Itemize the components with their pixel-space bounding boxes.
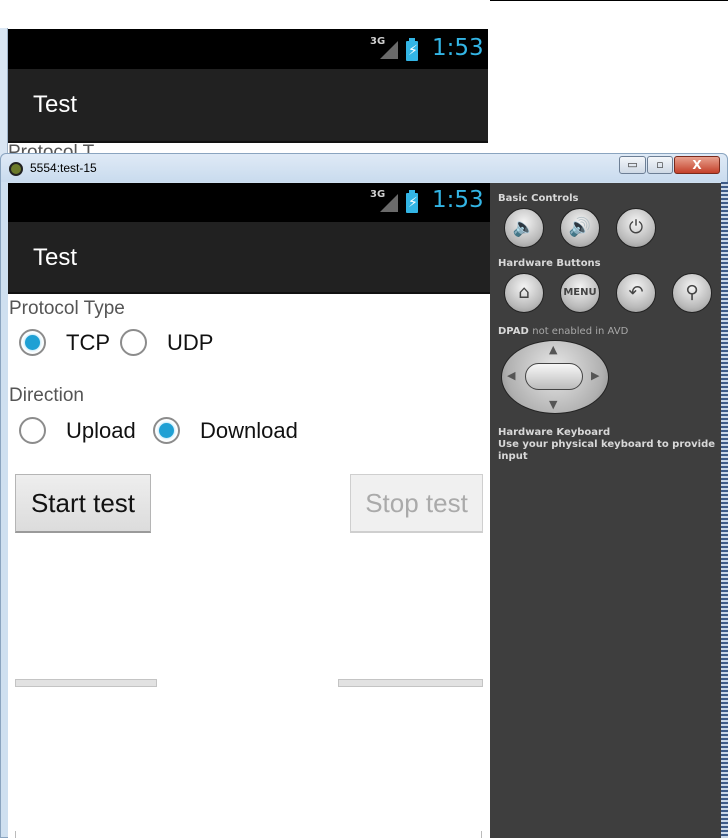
maximize-button[interactable]: ▫: [647, 156, 673, 174]
close-button[interactable]: X: [674, 156, 720, 174]
status-clock: 1:53: [432, 35, 484, 61]
window-title: 5554:test-15: [30, 161, 97, 175]
hardware-keyboard-note: Use your physical keyboard to provide in…: [498, 439, 716, 462]
stop-test-button[interactable]: Stop test: [350, 474, 483, 533]
battery-icon: ⚡: [406, 190, 418, 213]
background-peek-text: Protocol T: [8, 143, 208, 153]
background-window-edge: [0, 28, 8, 160]
back-icon: ↶: [628, 282, 644, 303]
protocol-type-label: Protocol Type: [9, 298, 125, 319]
radio-upload-label[interactable]: Upload: [66, 418, 136, 444]
device-screen: 3G ⚡ 1:53 Test Protocol Type TCP UDP Dir…: [8, 183, 490, 838]
dpad-center-button[interactable]: [525, 363, 583, 390]
output-text-area[interactable]: [15, 831, 482, 838]
window-right-edge: [721, 182, 728, 838]
dpad-note: not enabled in AVD: [532, 326, 629, 337]
radio-download-label[interactable]: Download: [200, 418, 298, 444]
status-bar: 3G ⚡ 1:53: [8, 183, 490, 222]
search-icon: ⚲: [685, 282, 699, 303]
dpad-right-icon[interactable]: ▶: [591, 369, 599, 382]
dpad-down-icon[interactable]: ▼: [549, 398, 557, 411]
volume-down-icon: 🔈: [512, 217, 536, 238]
volume-up-icon: 🔊: [568, 217, 592, 238]
signal-icon: [380, 194, 398, 212]
background-status-bar: 3G ⚡ 1:53: [8, 29, 488, 69]
hardware-keyboard-title: Hardware Keyboard: [498, 427, 611, 438]
top-border-line: [487, 0, 728, 1]
power-button[interactable]: ⏻: [616, 208, 656, 248]
radio-tcp-label[interactable]: TCP: [66, 330, 110, 356]
bottom-right-button[interactable]: [338, 679, 483, 687]
dpad-title-text: DPAD: [498, 326, 529, 337]
hardware-buttons-title: Hardware Buttons: [498, 258, 601, 269]
search-button[interactable]: ⚲: [672, 273, 712, 313]
radio-udp[interactable]: [120, 329, 147, 356]
battery-icon: ⚡: [406, 38, 418, 61]
start-test-button[interactable]: Start test: [15, 474, 151, 533]
emulator-window: 5554:test-15 ▭ ▫ X 3G ⚡ 1:53 Test Protoc…: [0, 153, 728, 838]
hardware-keyboard-info: Hardware Keyboard Use your physical keyb…: [498, 427, 722, 463]
volume-down-button[interactable]: 🔈: [504, 208, 544, 248]
emulator-controls-panel: Basic Controls 🔈 🔊 ⏻ Hardware Buttons ⌂ …: [490, 183, 722, 838]
bottom-left-button[interactable]: [15, 679, 157, 687]
android-app-icon: [9, 162, 23, 176]
background-app-title: Test: [33, 91, 78, 118]
background-action-bar: Test: [8, 69, 488, 143]
dpad-left-icon[interactable]: ◀: [507, 369, 515, 382]
home-button[interactable]: ⌂: [504, 273, 544, 313]
volume-up-button[interactable]: 🔊: [560, 208, 600, 248]
dpad-title: DPAD not enabled in AVD: [498, 326, 628, 337]
background-emulator: 3G ⚡ 1:53 Test Protocol T: [0, 0, 490, 160]
action-bar: Test: [8, 222, 490, 294]
radio-upload[interactable]: [19, 417, 46, 444]
back-button[interactable]: ↶: [616, 273, 656, 313]
power-icon: ⏻: [628, 217, 644, 238]
menu-button[interactable]: MENU: [560, 273, 600, 313]
minimize-button[interactable]: ▭: [619, 156, 646, 174]
signal-icon: [380, 41, 398, 59]
radio-tcp[interactable]: [19, 329, 46, 356]
window-titlebar[interactable]: 5554:test-15 ▭ ▫ X: [1, 154, 727, 182]
radio-download[interactable]: [153, 417, 180, 444]
dpad-up-icon[interactable]: ▲: [549, 343, 557, 356]
basic-controls-title: Basic Controls: [498, 193, 579, 204]
status-clock: 1:53: [432, 187, 484, 213]
radio-udp-label[interactable]: UDP: [167, 330, 213, 356]
app-title: Test: [33, 244, 78, 271]
home-icon: ⌂: [518, 282, 530, 303]
dpad-control[interactable]: ▲ ▼ ◀ ▶: [501, 340, 609, 414]
app-content: Protocol Type TCP UDP Direction Upload D…: [8, 294, 490, 838]
direction-label: Direction: [9, 385, 84, 406]
